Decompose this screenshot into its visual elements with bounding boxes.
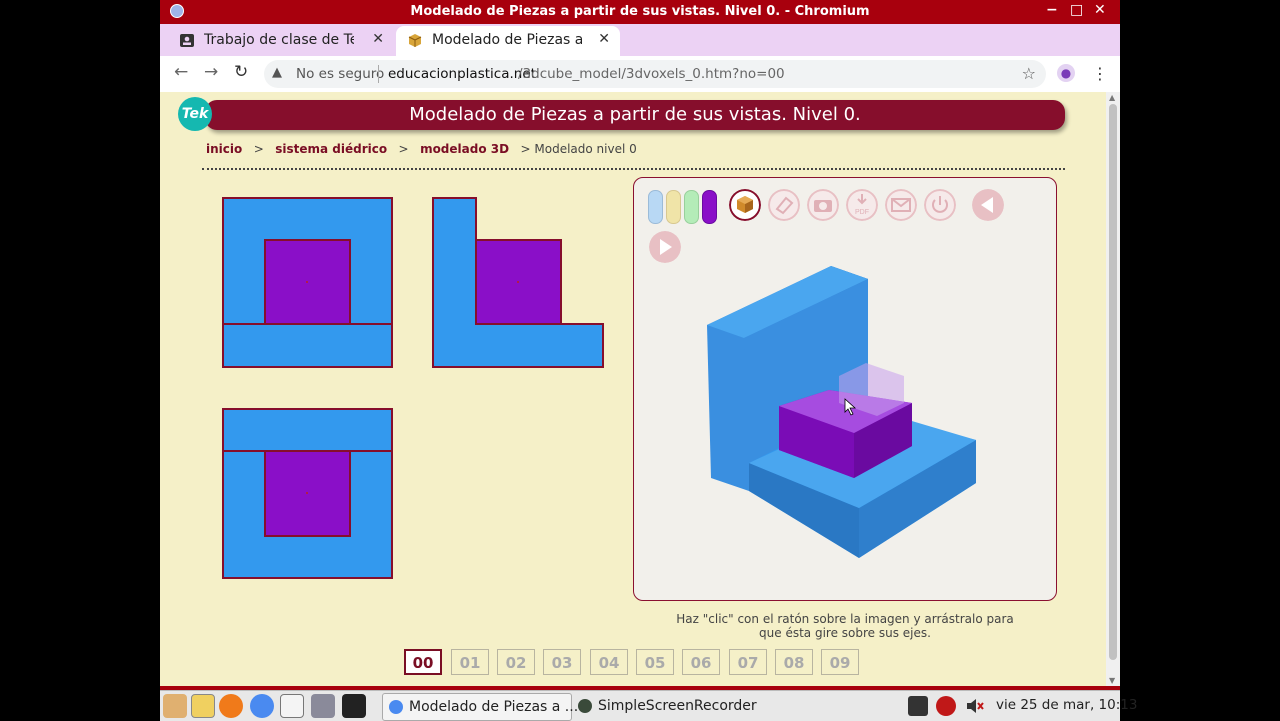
text-editor-icon[interactable] (191, 694, 215, 718)
page-button-06[interactable]: 06 (682, 649, 720, 675)
minimize-button[interactable]: − (1046, 2, 1058, 18)
hint-line-2: que ésta gire sobre sus ejes. (759, 626, 931, 640)
security-label: No es seguro (296, 66, 385, 82)
page-button-01[interactable]: 01 (451, 649, 489, 675)
window-title: Modelado de Piezas a partir de sus vista… (410, 4, 870, 19)
recorder-task-icon (578, 699, 592, 713)
orthographic-views (222, 197, 604, 579)
tab-classroom[interactable]: Trabajo de clase de Tecnología ✕ (168, 26, 394, 56)
page-scrollbar[interactable]: ▲ ▼ (1106, 92, 1120, 686)
page-button-04[interactable]: 04 (590, 649, 628, 675)
task-label: Modelado de Piezas a ... (409, 699, 579, 715)
close-tab-icon[interactable]: ✕ (372, 31, 384, 47)
web-page: Tek Modelado de Piezas a partir de sus v… (160, 92, 1106, 686)
3d-viewer[interactable]: PDF (633, 177, 1057, 601)
reload-button[interactable]: ↻ (234, 62, 248, 82)
close-tab-icon[interactable]: ✕ (598, 31, 610, 47)
chromium-launcher-icon[interactable] (250, 694, 274, 718)
notes-icon[interactable] (280, 694, 304, 718)
side-view (432, 197, 604, 368)
forward-button[interactable]: → (204, 62, 218, 82)
page-button-07[interactable]: 07 (729, 649, 767, 675)
task-screen-recorder[interactable]: SimpleScreenRecorder (572, 693, 772, 719)
task-chromium[interactable]: Modelado de Piezas a ... (382, 693, 578, 721)
terminal-icon[interactable] (342, 694, 366, 718)
taskbar-clock: vie 25 de mar, 10:13 (996, 697, 1138, 713)
page-button-08[interactable]: 08 (775, 649, 813, 675)
window-titlebar: Modelado de Piezas a partir de sus vista… (160, 0, 1120, 24)
browser-toolbar: ← → ↻ ▲ No es seguro educacionplastica.n… (160, 56, 1120, 93)
taskbar: Modelado de Piezas a ... SimpleScreenRec… (160, 690, 1137, 721)
site-favicon-icon (408, 34, 422, 47)
browser-window: Modelado de Piezas a partir de sus vista… (160, 0, 1120, 690)
tab-modelado[interactable]: Modelado de Piezas a partir de sus vista… (396, 26, 620, 56)
scroll-up-icon[interactable]: ▲ (1109, 93, 1115, 102)
app-launcher-icon[interactable] (163, 694, 187, 718)
bookmark-star-icon[interactable]: ☆ (1022, 64, 1036, 83)
recorder-tray-icon[interactable] (936, 696, 956, 716)
site-logo[interactable]: Tek (178, 97, 212, 131)
page-button-00[interactable]: 00 (404, 649, 442, 675)
page-button-09[interactable]: 09 (821, 649, 859, 675)
tab-strip: Trabajo de clase de Tecnología ✕ Modelad… (160, 24, 1120, 76)
warning-icon: ▲ (272, 65, 282, 80)
page-button-03[interactable]: 03 (543, 649, 581, 675)
close-window-button[interactable]: ✕ (1094, 2, 1106, 18)
profile-avatar-icon[interactable]: ● (1057, 64, 1075, 82)
network-tray-icon[interactable] (908, 696, 928, 716)
scrollbar-thumb[interactable] (1109, 104, 1117, 660)
3d-model[interactable] (634, 178, 1056, 600)
address-bar[interactable]: ▲ No es seguro educacionplastica.net /3d… (264, 60, 1046, 88)
task-label: SimpleScreenRecorder (598, 698, 757, 714)
chromium-task-icon (389, 700, 403, 714)
firefox-icon[interactable] (219, 694, 243, 718)
url-path: /3dcube_model/3dvoxels_0.htm?no=00 (518, 66, 785, 82)
maximize-button[interactable]: □ (1070, 2, 1083, 18)
volume-muted-icon[interactable] (964, 696, 984, 716)
tab-label: Trabajo de clase de Tecnología (204, 32, 354, 48)
top-view (222, 408, 393, 579)
front-view (222, 197, 393, 368)
tab-label: Modelado de Piezas a partir de sus vista… (432, 32, 582, 48)
page-button-02[interactable]: 02 (497, 649, 535, 675)
back-button[interactable]: ← (174, 62, 188, 82)
screenshot-icon[interactable] (311, 694, 335, 718)
rotate-hint: Haz "clic" con el ratón sobre la imagen … (640, 612, 1050, 640)
url-domain: educacionplastica.net (388, 66, 536, 82)
scroll-down-icon[interactable]: ▼ (1109, 676, 1115, 685)
hint-line-1: Haz "clic" con el ratón sobre la imagen … (676, 612, 1014, 626)
address-divider (378, 65, 379, 83)
browser-menu-button[interactable]: ⋮ (1092, 64, 1108, 83)
classroom-icon (180, 34, 194, 47)
page-button-05[interactable]: 05 (636, 649, 674, 675)
